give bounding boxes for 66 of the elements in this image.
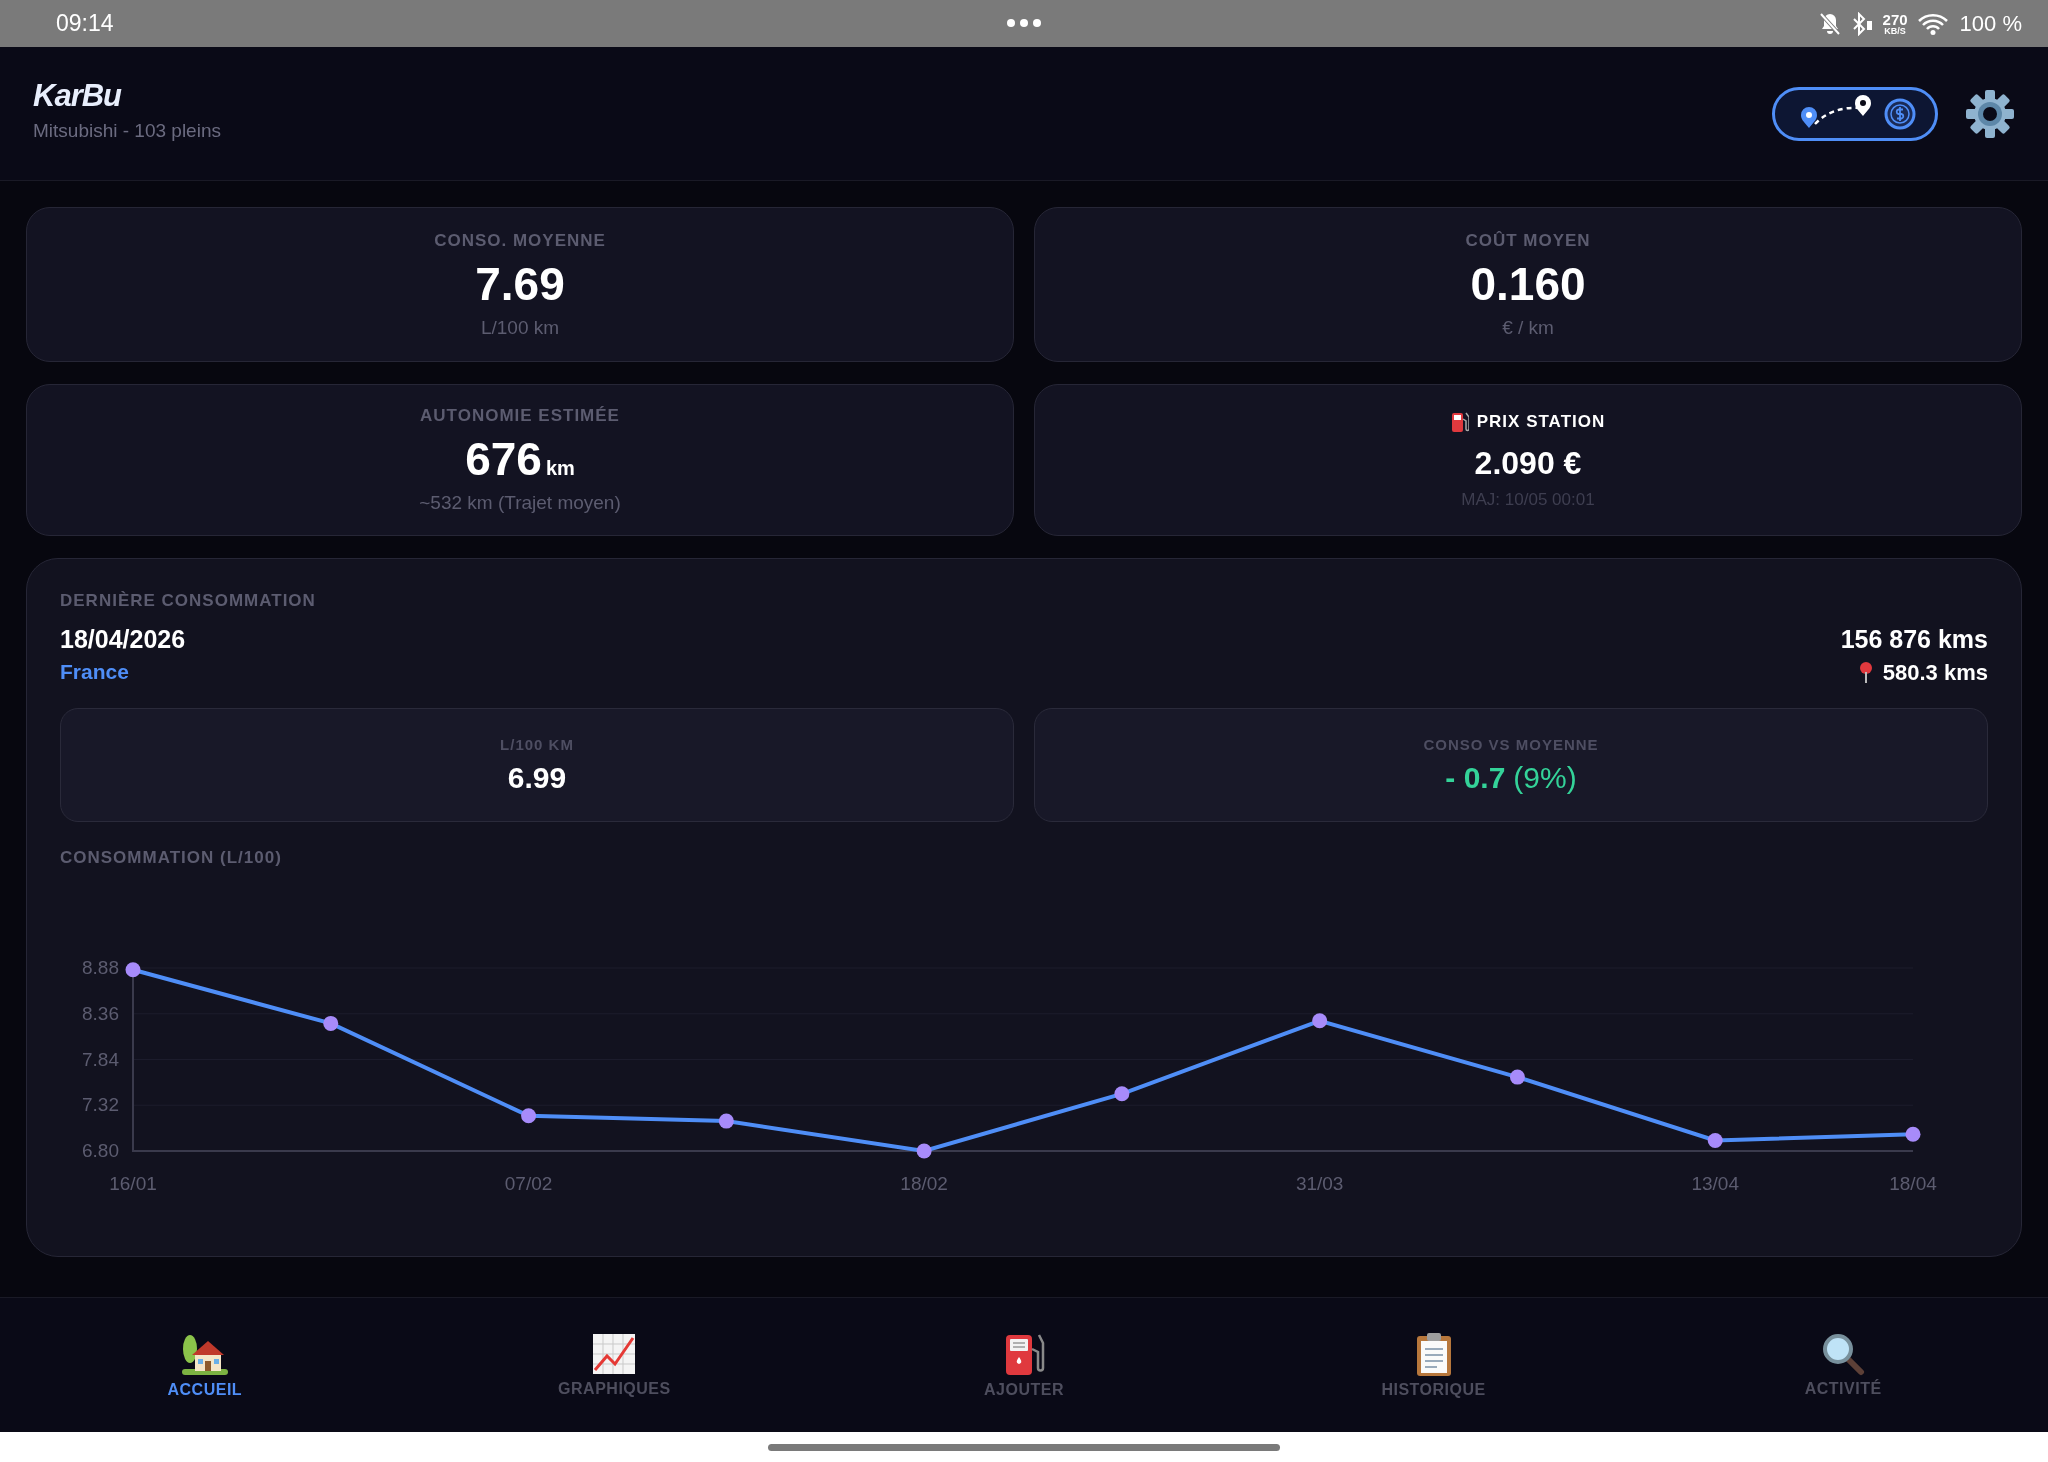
y-tick-label: 8.88 — [82, 957, 119, 978]
vehicle-subtitle: Mitsubishi - 103 pleins — [33, 119, 221, 142]
stat-caption: € / km — [1502, 316, 1554, 339]
stat-label: CONSO. MOYENNE — [434, 230, 606, 251]
stat-caption: ~532 km (Trajet moyen) — [419, 492, 621, 514]
stat-unit: km — [545, 457, 575, 480]
x-tick-label: 07/02 — [504, 1173, 553, 1194]
nav-tab[interactable]: ACTIVITÉ — [1743, 1331, 1944, 1399]
nav-tab[interactable]: HISTORIQUE — [1333, 1330, 1534, 1400]
trip-distance: 580.3 kms — [1882, 660, 1988, 686]
metric-label: L/100 KM — [500, 735, 574, 753]
bell-off-icon — [1818, 11, 1841, 36]
data-point — [323, 1015, 339, 1031]
dollar-coin-icon — [1883, 96, 1917, 131]
wifi-icon — [1917, 12, 1948, 35]
home-indicator[interactable] — [768, 1443, 1280, 1451]
x-tick-label: 31/03 — [1295, 1173, 1344, 1194]
fuel-pump-icon — [1450, 410, 1469, 433]
stat-label: AUTONOMIE ESTIMÉE — [420, 406, 620, 426]
data-point — [1509, 1069, 1525, 1085]
x-tick-label: 18/02 — [900, 1173, 948, 1194]
data-point — [1707, 1132, 1723, 1148]
stat-caption: L/100 km — [480, 316, 560, 339]
app-logo: KarBu — [33, 77, 123, 114]
data-point — [916, 1143, 932, 1159]
x-tick-label: 18/04 — [1889, 1173, 1937, 1194]
settings-icon[interactable] — [1964, 87, 2016, 140]
delta-percent: (9%) — [1513, 760, 1577, 795]
chart-title: CONSOMMATION (L/100) — [60, 848, 283, 868]
pin-icon — [1858, 662, 1873, 684]
data-point — [125, 962, 141, 978]
stat-label: PRIX STATION — [1476, 411, 1606, 432]
nav-tab[interactable]: ACCUEIL — [104, 1330, 305, 1400]
y-tick-label: 6.80 — [82, 1140, 119, 1161]
stat-value: 676 — [465, 432, 542, 486]
rising-chart-icon — [591, 1332, 638, 1376]
data-point — [521, 1108, 537, 1124]
country-label: France — [60, 660, 130, 684]
route-cost-toggle[interactable] — [1772, 86, 1938, 141]
stat-value: 0.160 — [1470, 256, 1586, 311]
x-tick-label: 16/01 — [109, 1173, 157, 1194]
stat-label: COÛT MOYEN — [1465, 230, 1591, 251]
y-tick-label: 8.36 — [82, 1002, 119, 1024]
stat-value: 2.090 € — [1474, 444, 1582, 482]
battery-percent: 100 % — [1959, 10, 2022, 37]
section-title: DERNIÈRE CONSOMMATION — [60, 591, 317, 611]
status-time: 09:14 — [56, 10, 114, 37]
delta-value: - 0.7 — [1445, 760, 1506, 795]
x-tick-label: 13/04 — [1691, 1173, 1739, 1194]
data-point — [1905, 1126, 1921, 1142]
metric-value: 6.99 — [507, 760, 567, 795]
y-tick-label: 7.32 — [82, 1094, 119, 1116]
bluetooth-icon — [1850, 11, 1873, 36]
nav-tab[interactable]: GRAPHIQUES — [514, 1331, 715, 1399]
data-point — [1114, 1086, 1130, 1102]
fill-date: 18/04/2026 — [60, 625, 186, 654]
metric-label: CONSO VS MOYENNE — [1423, 735, 1599, 753]
y-tick-label: 7.84 — [82, 1048, 119, 1070]
data-point — [1312, 1013, 1328, 1029]
data-point — [718, 1113, 734, 1129]
network-speed: 270 KB/S — [1882, 11, 1908, 36]
odometer: 156 876 kms — [1840, 625, 1988, 654]
nav-tab[interactable]: AJOUTER — [924, 1330, 1124, 1400]
more-dots-icon — [1007, 19, 1041, 27]
search-icon — [1821, 1332, 1866, 1376]
stat-value: 7.69 — [475, 256, 565, 311]
